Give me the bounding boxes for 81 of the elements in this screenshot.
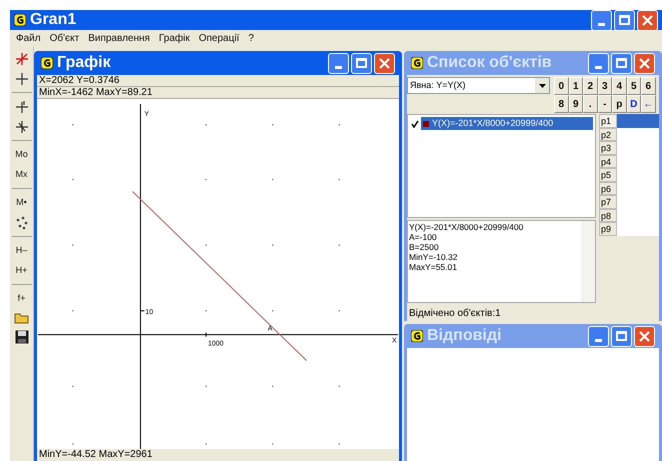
close-icon xyxy=(639,58,650,68)
keypad-key[interactable]: ← xyxy=(641,95,656,113)
window-title: Відповіді xyxy=(427,326,502,346)
folder-icon[interactable] xyxy=(14,311,30,325)
details-line: B=2500 xyxy=(409,242,440,252)
crossed-pen-icon[interactable] xyxy=(14,51,30,67)
plus-icon[interactable] xyxy=(14,71,30,87)
keypad-key[interactable]: 9 xyxy=(568,95,583,113)
object-list-item[interactable]: Y(X)=-201*X/8000+20999/400 xyxy=(421,117,593,130)
details-line: MinY=-10.32 xyxy=(409,252,458,262)
parameter-tab[interactable]: p2 xyxy=(599,128,617,141)
app-logo-icon xyxy=(411,330,423,342)
maximize-button[interactable] xyxy=(351,52,372,74)
object-checkbox[interactable] xyxy=(410,119,419,128)
app-title: Gran1 xyxy=(30,10,78,30)
parameter-tab[interactable]: p1 xyxy=(599,114,617,128)
parameter-tab[interactable]: p3 xyxy=(599,141,617,154)
minimize-button[interactable] xyxy=(588,326,609,346)
selection-status: Відмічено об'єктів:1 xyxy=(408,307,502,321)
keypad-key[interactable]: D xyxy=(626,95,641,113)
dropdown-arrow-icon xyxy=(538,84,546,88)
keypad-key[interactable]: 6 xyxy=(641,77,656,95)
tool-button[interactable]: Mx xyxy=(12,165,32,185)
app-logo-icon xyxy=(41,57,53,69)
menu-item[interactable]: Виправлення xyxy=(88,31,150,46)
minimize-button[interactable] xyxy=(588,52,609,74)
maximize-button[interactable] xyxy=(611,326,632,346)
y-tick xyxy=(140,310,145,312)
close-button[interactable] xyxy=(374,52,395,74)
maximize-button[interactable] xyxy=(614,10,635,30)
keypad-key[interactable]: - xyxy=(598,95,612,113)
parameter-tab[interactable]: p7 xyxy=(599,195,617,208)
parameter-tab[interactable]: p8 xyxy=(599,208,617,222)
tool-button[interactable]: Mo xyxy=(12,145,32,165)
tool-button[interactable]: M• xyxy=(12,193,32,213)
cross-tick-icon[interactable] xyxy=(14,99,30,115)
menu-item[interactable]: Файл xyxy=(16,31,41,46)
close-button[interactable] xyxy=(634,326,655,346)
scatter-points-icon[interactable] xyxy=(14,215,30,231)
details-line: MaxY=55.01 xyxy=(409,262,458,272)
keypad-key[interactable]: 4 xyxy=(612,77,626,95)
tool-button[interactable]: H– xyxy=(12,241,32,261)
tool-button[interactable]: f+ xyxy=(12,289,32,309)
menu-item[interactable]: Об'єкт xyxy=(50,31,80,46)
keypad-key[interactable]: . xyxy=(583,95,598,113)
keypad-key[interactable]: 2 xyxy=(583,77,598,95)
menu-item[interactable]: Операції xyxy=(198,31,240,46)
window-title: Графік xyxy=(57,53,112,73)
app-logo-icon xyxy=(411,57,423,69)
keypad-key[interactable]: p xyxy=(612,95,626,113)
minimize-button[interactable] xyxy=(328,52,349,74)
close-button[interactable] xyxy=(637,10,658,30)
parameter-tab[interactable]: p5 xyxy=(599,168,617,182)
keypad-key[interactable]: 0 xyxy=(554,77,568,95)
details-line: A=-100 xyxy=(409,232,438,242)
graph-status: MinY=-44.52 MaxY=2961 xyxy=(38,449,154,461)
minimize-button[interactable] xyxy=(591,10,612,30)
close-icon xyxy=(639,330,650,342)
maximize-button[interactable] xyxy=(611,52,632,74)
keypad-key[interactable]: 5 xyxy=(626,77,641,95)
parameter-tab[interactable]: p4 xyxy=(599,154,617,168)
keypad-key[interactable]: 1 xyxy=(568,77,583,95)
menu-item[interactable]: Графік xyxy=(158,31,190,46)
type-select[interactable]: Явна: Y=Y(X) xyxy=(407,77,550,94)
keypad-key[interactable]: 3 xyxy=(598,77,612,95)
close-button[interactable] xyxy=(634,52,655,74)
coordinates-readout: X=2062 Y=0.3746 xyxy=(37,75,399,87)
menu-item[interactable]: ? xyxy=(248,31,254,46)
app-logo-icon xyxy=(14,14,26,26)
x-tick xyxy=(206,332,207,338)
close-icon xyxy=(379,58,390,68)
save-icon[interactable] xyxy=(14,330,28,344)
keypad-key[interactable]: 8 xyxy=(554,95,568,113)
close-icon xyxy=(642,14,653,26)
parameter-tab[interactable]: p9 xyxy=(599,222,617,236)
tool-button[interactable]: H+ xyxy=(12,261,32,281)
cross-slant-icon[interactable] xyxy=(14,119,30,135)
window-title: Список об'єктів xyxy=(427,53,553,73)
scrollbar[interactable] xyxy=(581,221,595,302)
parameter-tab[interactable]: p6 xyxy=(599,182,617,195)
details-line: Y(X)=-201*X/8000+20999/400 xyxy=(409,222,524,232)
